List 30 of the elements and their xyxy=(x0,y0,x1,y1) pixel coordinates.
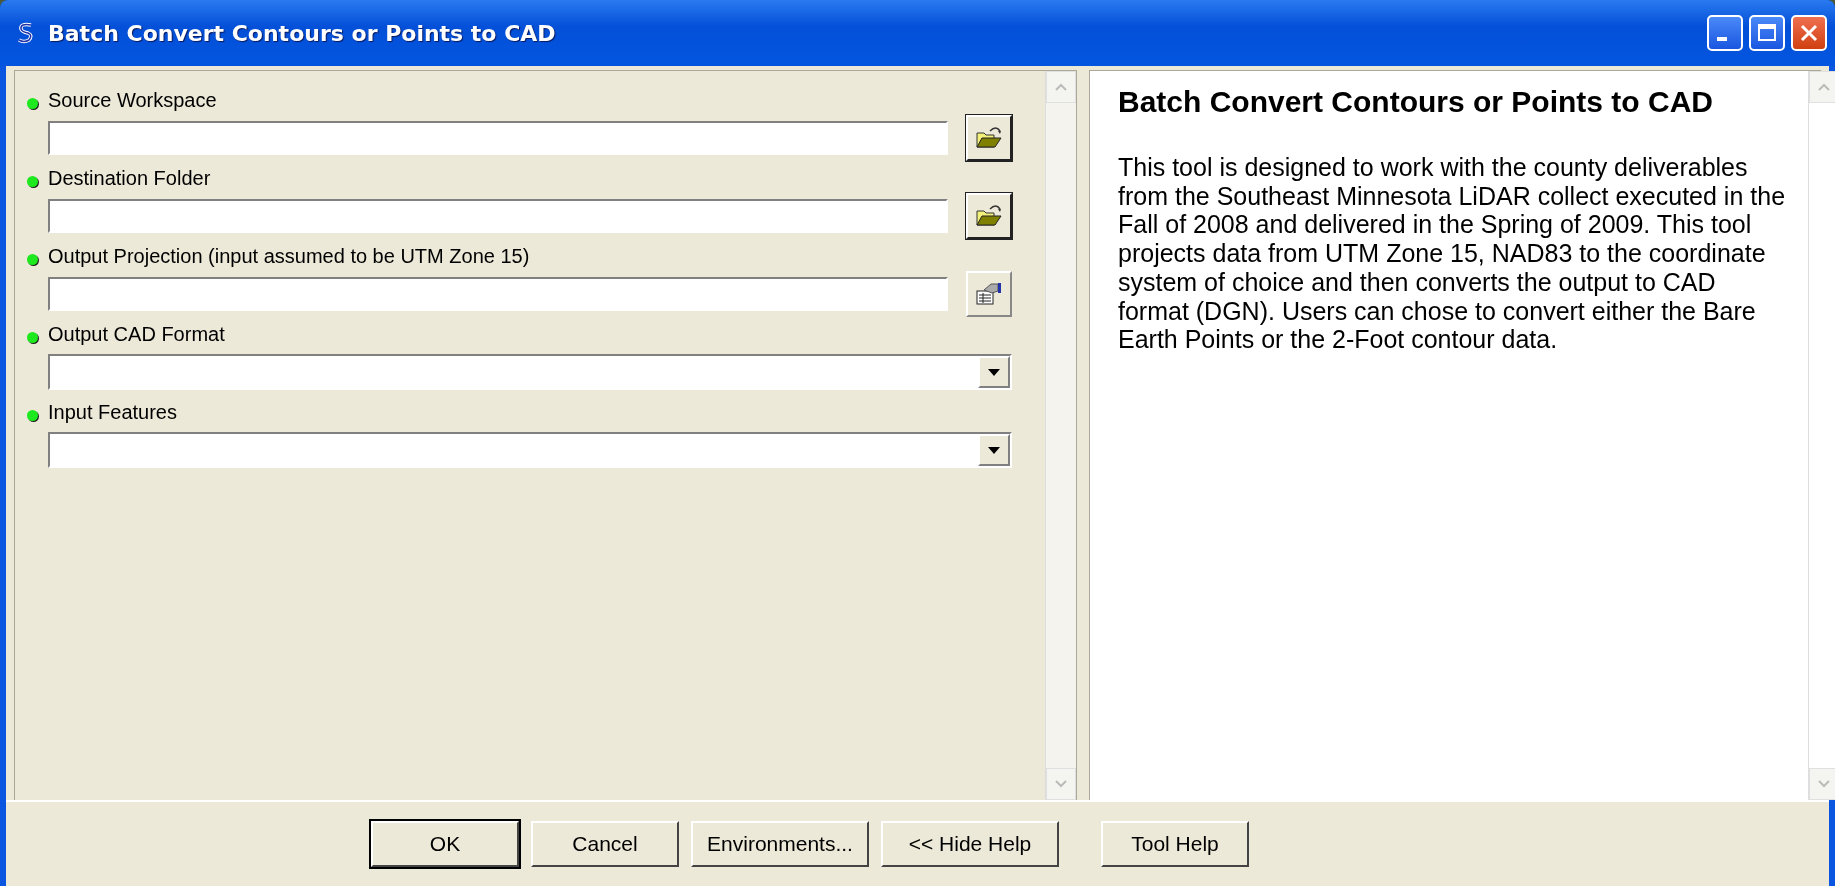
field-label: Input Features xyxy=(48,400,177,424)
window-title: Batch Convert Contours or Points to CAD xyxy=(48,20,557,46)
maximize-button[interactable] xyxy=(1749,15,1785,51)
folder-icon xyxy=(974,203,1004,229)
folder-icon xyxy=(974,125,1004,151)
input-field[interactable] xyxy=(48,121,948,155)
dialog-button[interactable]: Tool Help xyxy=(1101,821,1249,867)
properties-icon xyxy=(974,281,1004,307)
dialog-button[interactable]: OK xyxy=(371,821,519,867)
field-label: Output Projection (input assumed to be UTM Zone 15) xyxy=(48,244,530,268)
dialog-button[interactable]: Environments... xyxy=(691,821,869,867)
help-text: This tool is designed to work with the county deliverables from the Southeast Minnesota LiDAR collect executed in the Fall of 2008 and delivered in the Spring of 2009. This tool projects data from UTM Zone 15, NAD83 to the coordinate system of choice and then converts the output to CAD format (DGN). Users can chose to convert either the Bare Earth Points or the 2-Foot contour data. xyxy=(1118,153,1787,354)
field-label: Source Workspace xyxy=(48,88,217,112)
minimize-button[interactable] xyxy=(1707,15,1743,51)
properties-button[interactable] xyxy=(966,271,1012,317)
dropdown-arrow-icon xyxy=(988,446,1000,454)
input-field[interactable] xyxy=(48,199,948,233)
dropdown[interactable] xyxy=(48,432,1012,468)
field-label: Output CAD Format xyxy=(48,322,225,346)
field-label: Destination Folder xyxy=(48,166,211,190)
input-field[interactable] xyxy=(48,277,948,311)
dropdown[interactable] xyxy=(48,354,1012,390)
browse-button[interactable] xyxy=(966,115,1012,161)
help-title: Batch Convert Contours or Points to CAD xyxy=(1118,85,1714,119)
browse-button[interactable] xyxy=(966,193,1012,239)
dialog-button[interactable]: Cancel xyxy=(531,821,679,867)
minimize-icon xyxy=(1717,37,1727,41)
dropdown-arrow-icon xyxy=(988,368,1000,376)
dialog-button[interactable]: << Hide Help xyxy=(881,821,1059,867)
close-button[interactable] xyxy=(1791,15,1827,51)
